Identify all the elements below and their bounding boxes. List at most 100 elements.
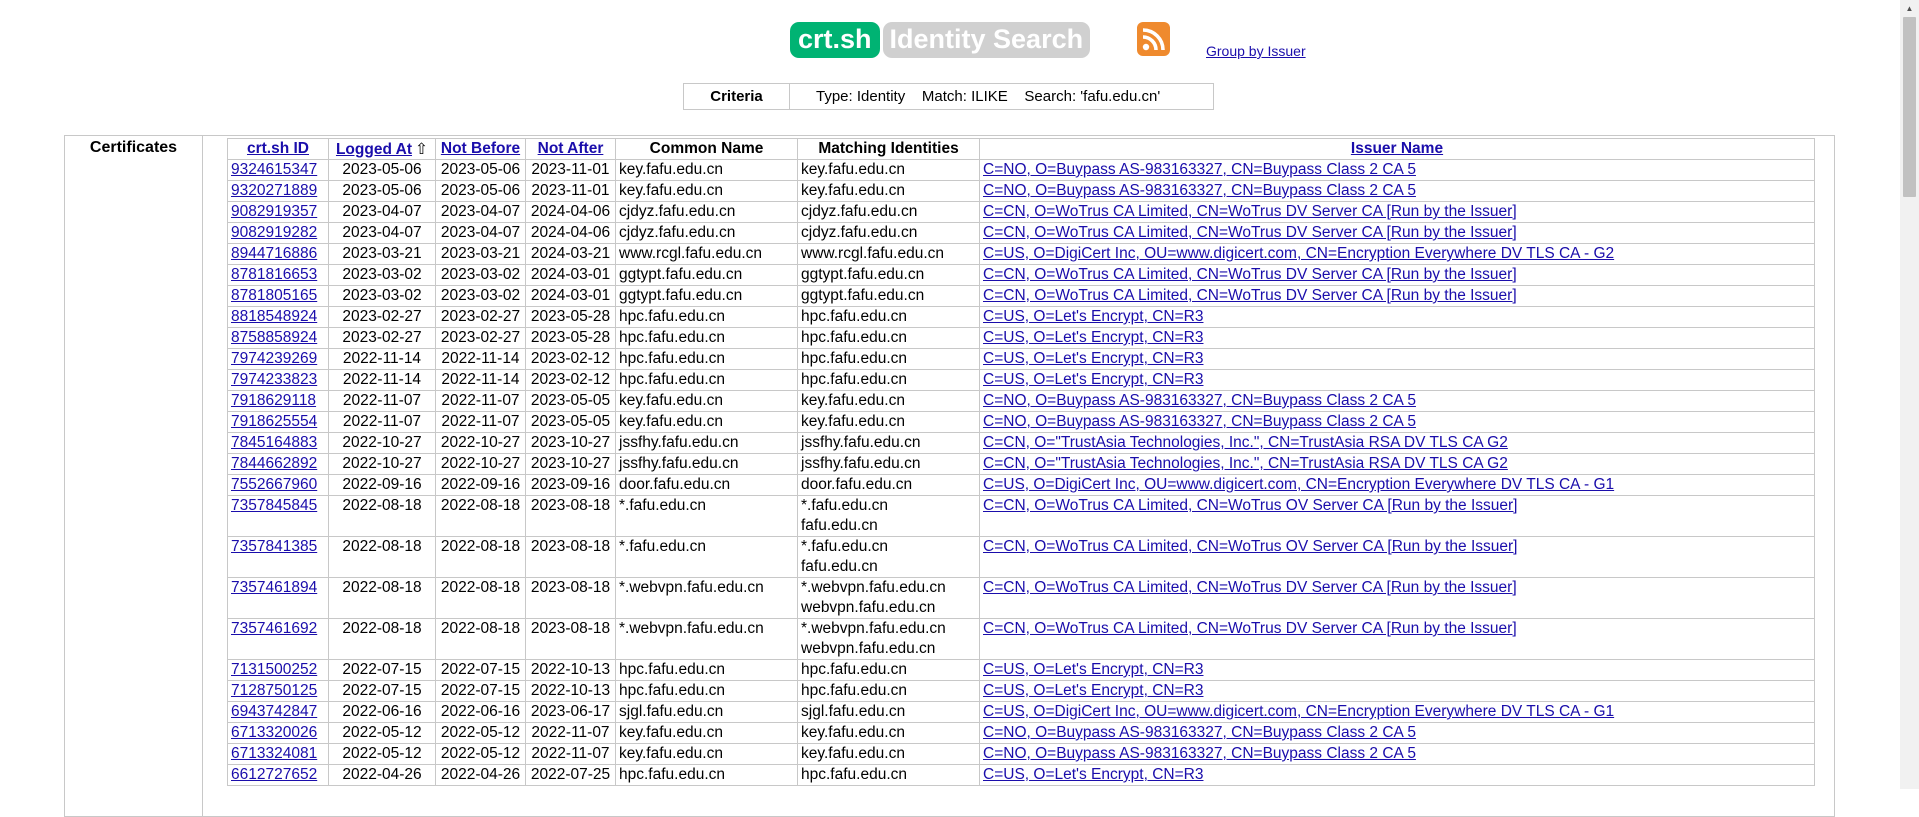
issuer-name[interactable]: C=NO, O=Buypass AS-983163327, CN=Buypass… (979, 180, 1815, 202)
cert-id[interactable]: 8781816653 (227, 264, 329, 286)
issuer-name-link[interactable]: C=US, O=DigiCert Inc, OU=www.digicert.co… (983, 245, 1614, 262)
cert-id[interactable]: 8758858924 (227, 327, 329, 349)
issuer-name[interactable]: C=CN, O=WoTrus CA Limited, CN=WoTrus DV … (979, 618, 1815, 660)
issuer-name[interactable]: C=US, O=Let's Encrypt, CN=R3 (979, 659, 1815, 681)
cert-id[interactable]: 7974239269 (227, 348, 329, 370)
cert-id-link[interactable]: 7131500252 (231, 661, 317, 678)
cert-id[interactable]: 8818548924 (227, 306, 329, 328)
cert-id[interactable]: 6713320026 (227, 722, 329, 744)
issuer-name-link[interactable]: C=NO, O=Buypass AS-983163327, CN=Buypass… (983, 161, 1416, 178)
issuer-name[interactable]: C=CN, O=WoTrus CA Limited, CN=WoTrus OV … (979, 495, 1815, 537)
scroll-up-arrow-icon[interactable]: ▲ (1900, 0, 1919, 17)
cert-id-link[interactable]: 7974233823 (231, 371, 317, 388)
cert-id[interactable]: 9324615347 (227, 159, 329, 181)
issuer-name-link[interactable]: C=CN, O=WoTrus CA Limited, CN=WoTrus DV … (983, 266, 1517, 283)
issuer-name[interactable]: C=NO, O=Buypass AS-983163327, CN=Buypass… (979, 159, 1815, 181)
issuer-name[interactable]: C=US, O=Let's Encrypt, CN=R3 (979, 306, 1815, 328)
issuer-name[interactable]: C=US, O=Let's Encrypt, CN=R3 (979, 764, 1815, 786)
cert-id[interactable]: 7844662892 (227, 453, 329, 475)
cert-id[interactable]: 7357461894 (227, 577, 329, 619)
issuer-name-link[interactable]: C=US, O=Let's Encrypt, CN=R3 (983, 329, 1203, 346)
issuer-name[interactable]: C=NO, O=Buypass AS-983163327, CN=Buypass… (979, 390, 1815, 412)
cert-id-link[interactable]: 6713320026 (231, 724, 317, 741)
cert-id[interactable]: 7845164883 (227, 432, 329, 454)
cert-id[interactable]: 7131500252 (227, 659, 329, 681)
issuer-name[interactable]: C=US, O=Let's Encrypt, CN=R3 (979, 348, 1815, 370)
issuer-name[interactable]: C=NO, O=Buypass AS-983163327, CN=Buypass… (979, 411, 1815, 433)
sort-by-id-link[interactable]: crt.sh ID (247, 140, 309, 157)
sort-by-not-before-link[interactable]: Not Before (441, 140, 520, 157)
cert-id-link[interactable]: 8758858924 (231, 329, 317, 346)
cert-id-link[interactable]: 7918629118 (231, 392, 316, 409)
cert-id[interactable]: 7357841385 (227, 536, 329, 578)
issuer-name-link[interactable]: C=NO, O=Buypass AS-983163327, CN=Buypass… (983, 724, 1416, 741)
cert-id[interactable]: 6943742847 (227, 701, 329, 723)
cert-id[interactable]: 7357461692 (227, 618, 329, 660)
issuer-name[interactable]: C=CN, O=WoTrus CA Limited, CN=WoTrus DV … (979, 264, 1815, 286)
issuer-name-link[interactable]: C=NO, O=Buypass AS-983163327, CN=Buypass… (983, 182, 1416, 199)
issuer-name[interactable]: C=US, O=Let's Encrypt, CN=R3 (979, 327, 1815, 349)
cert-id[interactable]: 7128750125 (227, 680, 329, 702)
cert-id-link[interactable]: 7357841385 (231, 538, 317, 555)
cert-id-link[interactable]: 7845164883 (231, 434, 317, 451)
sort-by-logged-at-link[interactable]: Logged At (336, 141, 412, 158)
issuer-name-link[interactable]: C=CN, O=WoTrus CA Limited, CN=WoTrus DV … (983, 620, 1517, 637)
issuer-name-link[interactable]: C=NO, O=Buypass AS-983163327, CN=Buypass… (983, 413, 1416, 430)
issuer-name-link[interactable]: C=US, O=Let's Encrypt, CN=R3 (983, 661, 1203, 678)
column-not-after[interactable]: Not After (525, 138, 616, 160)
cert-id[interactable]: 7918629118 (227, 390, 329, 412)
cert-id-link[interactable]: 9082919357 (231, 203, 317, 220)
group-by-issuer-link[interactable]: Group by Issuer (1206, 43, 1306, 59)
cert-id-link[interactable]: 6943742847 (231, 703, 317, 720)
column-not-before[interactable]: Not Before (435, 138, 526, 160)
column-issuer-name[interactable]: Issuer Name (979, 138, 1815, 160)
sort-by-issuer-link[interactable]: Issuer Name (1351, 140, 1443, 157)
cert-id-link[interactable]: 6612727652 (231, 766, 317, 783)
column-crtsh-id[interactable]: crt.sh ID (227, 138, 329, 160)
issuer-name[interactable]: C=US, O=DigiCert Inc, OU=www.digicert.co… (979, 701, 1815, 723)
cert-id-link[interactable]: 7918625554 (231, 413, 317, 430)
issuer-name-link[interactable]: C=CN, O="TrustAsia Technologies, Inc.", … (983, 434, 1508, 451)
issuer-name-link[interactable]: C=US, O=Let's Encrypt, CN=R3 (983, 308, 1203, 325)
cert-id[interactable]: 6713324081 (227, 743, 329, 765)
cert-id-link[interactable]: 7974239269 (231, 350, 317, 367)
cert-id-link[interactable]: 7357845845 (231, 497, 317, 514)
cert-id-link[interactable]: 7844662892 (231, 455, 317, 472)
column-logged-at[interactable]: Logged At ⇧ (328, 138, 436, 160)
issuer-name-link[interactable]: C=CN, O=WoTrus CA Limited, CN=WoTrus DV … (983, 579, 1517, 596)
issuer-name[interactable]: C=US, O=DigiCert Inc, OU=www.digicert.co… (979, 474, 1815, 496)
cert-id-link[interactable]: 8944716886 (231, 245, 317, 262)
cert-id[interactable]: 7552667960 (227, 474, 329, 496)
issuer-name[interactable]: C=CN, O=WoTrus CA Limited, CN=WoTrus DV … (979, 285, 1815, 307)
cert-id[interactable]: 8944716886 (227, 243, 329, 265)
cert-id[interactable]: 9082919357 (227, 201, 329, 223)
issuer-name-link[interactable]: C=CN, O=WoTrus CA Limited, CN=WoTrus DV … (983, 287, 1517, 304)
issuer-name-link[interactable]: C=CN, O=WoTrus CA Limited, CN=WoTrus OV … (983, 497, 1518, 514)
issuer-name[interactable]: C=CN, O=WoTrus CA Limited, CN=WoTrus DV … (979, 222, 1815, 244)
issuer-name-link[interactable]: C=CN, O=WoTrus CA Limited, CN=WoTrus DV … (983, 203, 1517, 220)
issuer-name-link[interactable]: C=US, O=Let's Encrypt, CN=R3 (983, 682, 1203, 699)
cert-id-link[interactable]: 7128750125 (231, 682, 317, 699)
cert-id-link[interactable]: 7357461894 (231, 579, 317, 596)
issuer-name-link[interactable]: C=US, O=Let's Encrypt, CN=R3 (983, 350, 1203, 367)
issuer-name-link[interactable]: C=NO, O=Buypass AS-983163327, CN=Buypass… (983, 745, 1416, 762)
vertical-scrollbar[interactable]: ▲ (1900, 0, 1919, 789)
rss-feed-icon[interactable] (1137, 22, 1170, 56)
cert-id-link[interactable]: 7552667960 (231, 476, 317, 493)
issuer-name[interactable]: C=US, O=Let's Encrypt, CN=R3 (979, 369, 1815, 391)
issuer-name[interactable]: C=NO, O=Buypass AS-983163327, CN=Buypass… (979, 722, 1815, 744)
scrollbar-thumb[interactable] (1903, 17, 1916, 197)
crtsh-logo[interactable]: crt.sh (790, 22, 880, 58)
sort-by-not-after-link[interactable]: Not After (538, 140, 604, 157)
issuer-name-link[interactable]: C=US, O=DigiCert Inc, OU=www.digicert.co… (983, 703, 1614, 720)
issuer-name[interactable]: C=US, O=DigiCert Inc, OU=www.digicert.co… (979, 243, 1815, 265)
issuer-name[interactable]: C=CN, O=WoTrus CA Limited, CN=WoTrus DV … (979, 201, 1815, 223)
issuer-name-link[interactable]: C=US, O=DigiCert Inc, OU=www.digicert.co… (983, 476, 1614, 493)
cert-id[interactable]: 9320271889 (227, 180, 329, 202)
cert-id-link[interactable]: 6713324081 (231, 745, 317, 762)
cert-id-link[interactable]: 7357461692 (231, 620, 317, 637)
issuer-name-link[interactable]: C=US, O=Let's Encrypt, CN=R3 (983, 766, 1203, 783)
cert-id-link[interactable]: 8818548924 (231, 308, 317, 325)
issuer-name[interactable]: C=US, O=Let's Encrypt, CN=R3 (979, 680, 1815, 702)
cert-id[interactable]: 7918625554 (227, 411, 329, 433)
